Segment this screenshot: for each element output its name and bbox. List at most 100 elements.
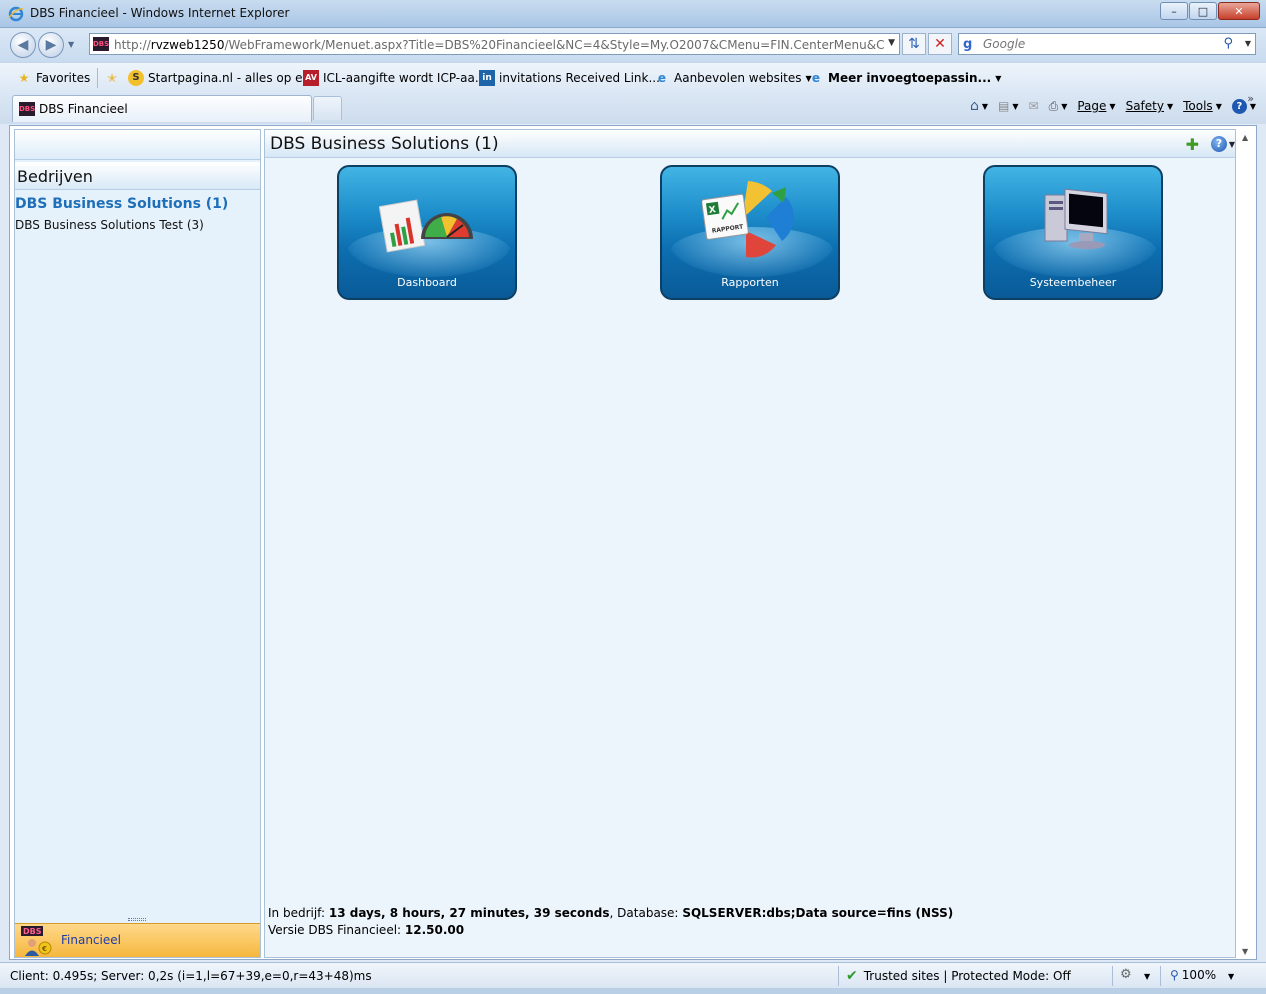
chevron-down-icon: ▼: [995, 73, 1002, 83]
main-pane: DBS Business Solutions (1) ✚ ? ▼ Dashboa…: [264, 129, 1236, 958]
search-options-dropdown[interactable]: ▼: [1245, 39, 1251, 48]
browser-status-bar: Client: 0.495s; Server: 0,2s (i=1,l=67+3…: [0, 962, 1266, 988]
splitter-grip[interactable]: [128, 918, 146, 921]
favorites-button[interactable]: ★ Favorites: [16, 70, 91, 86]
window-bottom-edge: [0, 988, 1266, 994]
security-zone[interactable]: ✔ Trusted sites | Protected Mode: Off: [846, 968, 1071, 984]
feeds-button[interactable]: ▤ ▼: [998, 99, 1019, 113]
back-button[interactable]: ◀: [10, 32, 36, 58]
companies-header: Bedrijven: [15, 162, 260, 190]
tab-bar: DBS DBS Financieel ⌂ ▼ ▤ ▼ ✉ ⎙ ▼ Page ▼ Safe…: [0, 92, 1266, 124]
help-icon[interactable]: ?: [1211, 136, 1227, 152]
refresh-button[interactable]: ⇅: [902, 33, 926, 55]
address-dropdown-icon[interactable]: ▼: [888, 38, 895, 48]
rapporten-tile[interactable]: X RAPPORT Rapporten: [660, 165, 840, 300]
dashboard-tile[interactable]: Dashboard: [337, 165, 517, 300]
chevron-down-icon: ▼: [1061, 101, 1068, 111]
favorite-meer-invoegtoepassingen[interactable]: e Meer invoegtoepassin... ▼: [808, 70, 1001, 86]
svg-text:€: €: [41, 945, 47, 953]
forward-button[interactable]: ▶: [38, 32, 64, 58]
uptime-status: In bedrijf: 13 days, 8 hours, 27 minutes…: [268, 906, 954, 920]
chevron-down-icon[interactable]: ▼: [1228, 972, 1234, 981]
site-favicon-icon: DBS: [93, 37, 109, 51]
scroll-down-icon[interactable]: ▼: [1242, 947, 1248, 956]
read-mail-button[interactable]: ✉: [1029, 99, 1039, 113]
favorites-bar: ★ Favorites ✭ S Startpagina.nl - alles o…: [0, 62, 1266, 92]
address-toolbar: ◀ ▶ ▼ DBS http://rvzweb1250/WebFramework…: [0, 28, 1266, 62]
linkedin-icon: in: [479, 70, 495, 86]
window-title-bar: DBS Financieel - Windows Internet Explor…: [0, 0, 1266, 28]
dbs-favicon-icon: DBS: [19, 102, 35, 116]
module-button-financieel[interactable]: DBS € Financieel: [15, 923, 260, 957]
mail-icon: ✉: [1028, 99, 1039, 113]
favorite-link-linkedin[interactable]: in invitations Received Link...: [479, 70, 660, 86]
systeembeheer-tile[interactable]: Systeembeheer: [983, 165, 1163, 300]
svg-text:DBS: DBS: [23, 927, 42, 936]
chevron-down-icon: ▼: [1012, 101, 1019, 111]
toolbar-overflow-chevron-icon[interactable]: »: [1247, 92, 1254, 105]
company-item-active[interactable]: DBS Business Solutions (1): [15, 196, 228, 212]
tools-menu[interactable]: Tools ▼: [1183, 99, 1222, 113]
home-icon: ⌂: [969, 98, 979, 114]
favorite-link-startpagina[interactable]: S Startpagina.nl - alles op e...: [128, 70, 314, 86]
home-button[interactable]: ⌂ ▼: [970, 98, 988, 114]
vertical-scrollbar[interactable]: ▲ ▼: [1238, 129, 1255, 958]
chevron-down-icon: ▼: [981, 101, 989, 111]
chevron-down-icon[interactable]: ▼: [1144, 972, 1150, 981]
add-to-favorites-bar-button[interactable]: ✭: [104, 70, 124, 86]
zoom-level[interactable]: ⚲ 100%: [1170, 968, 1216, 982]
window-title: DBS Financieel - Windows Internet Explor…: [30, 6, 290, 20]
tab-dbs-financieel[interactable]: DBS DBS Financieel: [12, 95, 312, 122]
favorite-aanbevolen-websites[interactable]: e Aanbevolen websites ▼: [654, 70, 812, 86]
status-separator: [838, 966, 839, 986]
close-window-button[interactable]: ✕: [1218, 2, 1260, 20]
address-bar[interactable]: DBS http://rvzweb1250/WebFramework/Menue…: [89, 33, 900, 55]
page-menu[interactable]: Page ▼: [1077, 99, 1115, 113]
chevron-down-icon[interactable]: ▼: [1229, 140, 1235, 149]
companies-pane-toolbar: [15, 130, 260, 160]
search-icon[interactable]: ⚲: [1223, 36, 1233, 51]
chevron-down-icon: ▼: [1215, 101, 1222, 111]
refresh-icon: ⇅: [908, 36, 920, 52]
version-status: Versie DBS Financieel: 12.50.00: [268, 923, 465, 937]
page-title: DBS Business Solutions (1): [270, 134, 499, 154]
google-icon: g: [963, 37, 973, 52]
internet-explorer-icon: [8, 6, 24, 22]
search-input[interactable]: [983, 36, 1213, 52]
minimize-button[interactable]: –: [1160, 2, 1188, 20]
dbs-financieel-logo-icon: DBS €: [21, 926, 52, 956]
ie-page-icon: e: [657, 71, 667, 85]
favorites-star-icon: ★: [18, 71, 30, 85]
add-favorite-plus-icon[interactable]: ✚: [1186, 135, 1199, 154]
help-icon: ?: [1231, 98, 1247, 114]
printer-icon: ⎙: [1048, 98, 1059, 113]
new-tab-button[interactable]: [313, 96, 342, 120]
forward-arrow-icon: ▶: [45, 37, 57, 53]
zoom-magnifier-icon: ⚲: [1170, 968, 1179, 982]
protected-mode-icon[interactable]: ⚙: [1120, 967, 1132, 982]
favorite-link-icl[interactable]: AV ICL-aangifte wordt ICP-aa...: [303, 70, 486, 86]
add-favorite-star-icon: ✭: [106, 71, 118, 85]
rss-feed-icon: ▤: [998, 99, 1010, 113]
company-item[interactable]: DBS Business Solutions Test (3): [15, 218, 204, 232]
report-icon: X RAPPORT: [702, 181, 794, 258]
chevron-down-icon: ▼: [1166, 101, 1174, 111]
status-separator: [1112, 966, 1113, 986]
url-text[interactable]: http://rvzweb1250/WebFramework/Menuet.as…: [114, 38, 884, 52]
maximize-button[interactable]: □: [1189, 2, 1217, 20]
favorites-separator: [97, 68, 98, 88]
dashboard-icon: [379, 199, 473, 253]
search-box[interactable]: g ⚲ ▼: [958, 33, 1256, 55]
chevron-down-icon: ▼: [1109, 101, 1116, 111]
recent-pages-dropdown[interactable]: ▼: [68, 40, 74, 49]
companies-pane: Bedrijven DBS Business Solutions (1) DBS…: [14, 129, 261, 958]
ie-addons-icon: e: [811, 71, 821, 85]
checkmark-icon: ✔: [846, 968, 858, 984]
safety-menu[interactable]: Safety ▼: [1126, 99, 1174, 113]
scroll-up-icon[interactable]: ▲: [1242, 133, 1248, 142]
main-header: DBS Business Solutions (1) ✚ ? ▼: [265, 130, 1235, 158]
print-button[interactable]: ⎙ ▼: [1049, 99, 1068, 114]
stop-button[interactable]: ✕: [928, 33, 952, 55]
stop-icon: ✕: [934, 36, 946, 52]
timing-status: Client: 0.495s; Server: 0,2s (i=1,l=67+3…: [10, 969, 372, 983]
